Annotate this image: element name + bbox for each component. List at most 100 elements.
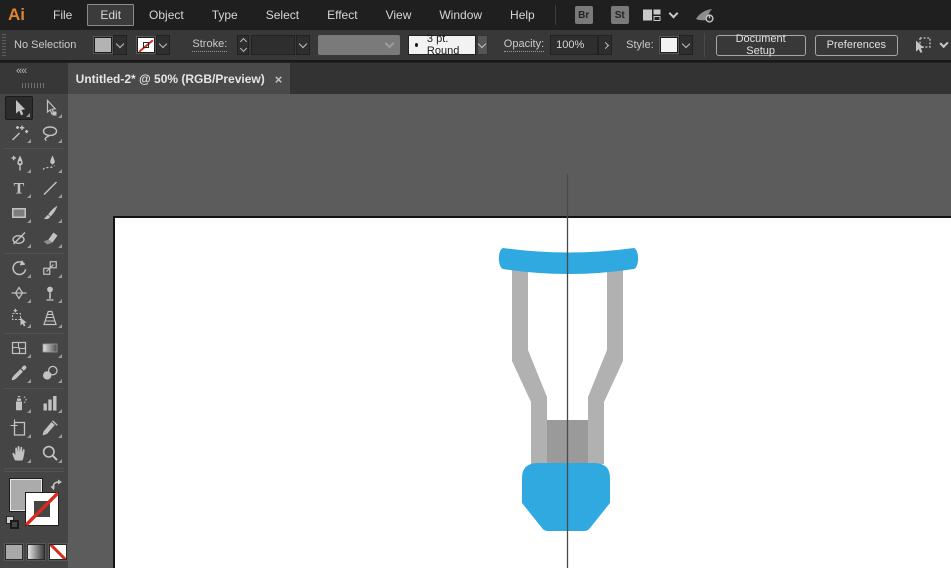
none-button[interactable] — [49, 544, 67, 560]
crutch-right-leg[interactable] — [588, 268, 623, 464]
stroke-none-swatch[interactable] — [137, 37, 156, 53]
crutch-hand-grip[interactable] — [522, 463, 610, 531]
menu-window[interactable]: Window — [426, 4, 495, 26]
tool-width[interactable] — [5, 281, 33, 305]
tool-pen[interactable] — [5, 151, 33, 175]
eraser-icon — [40, 228, 60, 248]
tool-blend[interactable] — [36, 361, 64, 385]
tool-magic-wand[interactable] — [5, 121, 33, 145]
default-fill-stroke-icon[interactable] — [6, 516, 20, 530]
document-setup-button[interactable]: Document Setup — [715, 33, 806, 57]
menu-edit[interactable]: Edit — [87, 4, 135, 26]
menu-object[interactable]: Object — [136, 4, 197, 26]
magic-wand-icon — [9, 123, 29, 143]
tools-panel-header[interactable]: «« — [0, 63, 68, 95]
tool-lasso[interactable] — [36, 121, 64, 145]
tool-line-segment[interactable] — [36, 176, 64, 200]
tool-rotate[interactable] — [5, 256, 33, 280]
tool-symbol-sprayer[interactable] — [5, 391, 33, 415]
close-tab-icon[interactable]: × — [275, 73, 283, 86]
control-bar: No Selection Stroke: 3 pt. Round Opacity… — [0, 30, 951, 62]
style-swatch[interactable] — [659, 37, 678, 53]
tool-perspective-grid[interactable] — [36, 306, 64, 330]
tool-eyedropper[interactable] — [5, 361, 33, 385]
stock-button[interactable]: St — [610, 6, 629, 24]
crutch-left-leg[interactable] — [512, 268, 547, 464]
tool-rectangle[interactable] — [5, 201, 33, 225]
tool-type[interactable]: T — [5, 176, 33, 200]
paint-style-row — [0, 536, 68, 560]
tool-column-graph[interactable] — [36, 391, 64, 415]
tool-mesh[interactable] — [5, 336, 33, 360]
fill-swatch[interactable] — [94, 37, 113, 53]
stroke-label[interactable]: Stroke: — [192, 38, 228, 52]
stroke-weight-dropdown-button[interactable] — [295, 35, 310, 55]
tool-artboard[interactable] — [5, 416, 33, 440]
menu-view[interactable]: View — [373, 4, 425, 26]
opacity-field[interactable]: 100% — [550, 35, 599, 55]
gradient-button[interactable] — [27, 544, 45, 560]
chevron-down-icon[interactable] — [668, 8, 679, 19]
tool-group-divider — [4, 468, 64, 469]
panel-grip-handle[interactable] — [2, 34, 7, 56]
arrange-documents-icon[interactable] — [642, 7, 662, 23]
tool-direct-selection[interactable] — [36, 96, 64, 120]
stroke-weight-field[interactable] — [250, 35, 295, 55]
curvature-icon — [40, 153, 60, 173]
tool-puppet-warp[interactable] — [36, 281, 64, 305]
crutch-underarm-pad[interactable] — [498, 248, 639, 274]
panel-grip-dots[interactable] — [22, 83, 46, 88]
bridge-button[interactable]: Br — [574, 6, 593, 24]
tool-slice[interactable] — [36, 416, 64, 440]
line-segment-icon — [40, 178, 60, 198]
style-label: Style: — [626, 39, 654, 51]
tool-curvature[interactable] — [36, 151, 64, 175]
style-dropdown-button[interactable] — [678, 35, 693, 55]
chevron-down-icon[interactable] — [939, 38, 949, 49]
tool-row — [0, 441, 68, 466]
tool-hand[interactable] — [5, 441, 33, 465]
stroke-color-swatch[interactable] — [24, 491, 60, 527]
canvas-area[interactable] — [68, 94, 951, 568]
tool-selection[interactable] — [4, 96, 33, 120]
menu-effect[interactable]: Effect — [314, 4, 370, 26]
brush-name: 3 pt. Round — [426, 33, 460, 57]
eyedropper-icon — [9, 363, 29, 383]
tool-shape-builder[interactable] — [5, 306, 33, 330]
mesh-icon — [9, 338, 29, 358]
collapse-panel-icon[interactable]: «« — [16, 65, 27, 77]
tool-gradient[interactable] — [36, 336, 64, 360]
brush-definition-dropdown[interactable]: 3 pt. Round — [408, 33, 476, 57]
tool-eraser[interactable] — [36, 226, 64, 250]
color-button[interactable] — [5, 544, 23, 560]
menu-type[interactable]: Type — [199, 4, 251, 26]
tab-strip: «« Untitled-2* @ 50% (RGB/Preview) × — [0, 62, 951, 95]
opacity-label[interactable]: Opacity: — [503, 38, 545, 52]
brush-dropdown-button[interactable] — [476, 35, 488, 55]
gpu-performance-icon[interactable] — [693, 5, 717, 25]
app-logo: Ai — [8, 5, 25, 24]
select-similar-icon[interactable] — [911, 35, 933, 55]
menubar-divider — [554, 5, 556, 25]
menu-select[interactable]: Select — [253, 4, 312, 26]
brush-preview-icon — [415, 43, 418, 47]
fill-dropdown-button[interactable] — [113, 35, 128, 55]
opacity-expand-button[interactable] — [598, 35, 613, 55]
pen-icon — [9, 153, 29, 173]
stroke-hollow-icon — [143, 42, 150, 48]
type-icon: T — [9, 178, 29, 198]
menu-file[interactable]: File — [40, 4, 85, 26]
stroke-dropdown-button[interactable] — [156, 35, 171, 55]
tool-row — [0, 416, 68, 441]
document-tab[interactable]: Untitled-2* @ 50% (RGB/Preview) × — [68, 63, 290, 95]
tool-scale[interactable] — [36, 256, 64, 280]
selection-icon — [9, 98, 29, 118]
tool-shaper[interactable] — [5, 226, 33, 250]
stroke-weight-stepper[interactable] — [237, 35, 249, 55]
tool-zoom[interactable] — [36, 441, 64, 465]
preferences-button[interactable]: Preferences — [814, 34, 898, 56]
tool-row — [0, 256, 68, 281]
swap-fill-stroke-icon[interactable] — [50, 478, 64, 497]
menu-help[interactable]: Help — [497, 4, 548, 26]
tool-paintbrush[interactable] — [36, 201, 64, 225]
